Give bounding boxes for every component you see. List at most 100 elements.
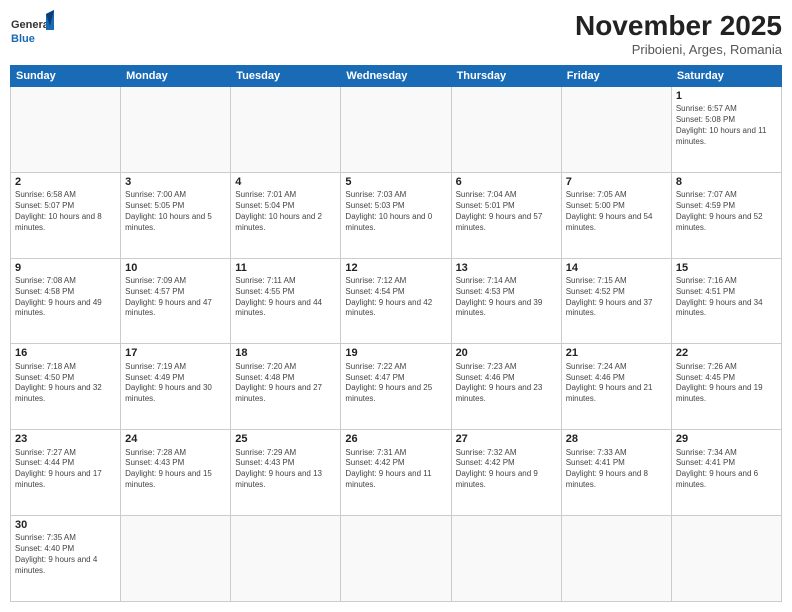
calendar-cell: 15Sunrise: 7:16 AMSunset: 4:51 PMDayligh…: [671, 258, 781, 344]
calendar-cell: 14Sunrise: 7:15 AMSunset: 4:52 PMDayligh…: [561, 258, 671, 344]
day-number: 26: [345, 432, 446, 446]
calendar-cell: [121, 516, 231, 602]
day-info: Sunrise: 6:58 AMSunset: 5:07 PMDaylight:…: [15, 190, 116, 233]
day-info: Sunrise: 7:20 AMSunset: 4:48 PMDaylight:…: [235, 362, 336, 405]
day-info: Sunrise: 7:11 AMSunset: 4:55 PMDaylight:…: [235, 276, 336, 319]
calendar-cell: 24 Sunrise: 7:28 AMSunset: 4:43 PMDayligh…: [121, 430, 231, 516]
day-number: 23: [15, 432, 116, 446]
day-info: Sunrise: 7:16 AMSunset: 4:51 PMDaylight:…: [676, 276, 777, 319]
day-info: Sunrise: 7:05 AMSunset: 5:00 PMDaylight:…: [566, 190, 667, 233]
calendar-week-row: 9Sunrise: 7:08 AMSunset: 4:58 PMDaylight…: [11, 258, 782, 344]
calendar-cell: [11, 87, 121, 173]
weekday-thursday: Thursday: [451, 66, 561, 87]
calendar-cell: [231, 87, 341, 173]
day-info: Sunrise: 7:07 AMSunset: 4:59 PMDaylight:…: [676, 190, 777, 233]
calendar-cell: 20 Sunrise: 7:23 AMSunset: 4:46 PMDayligh…: [451, 344, 561, 430]
calendar-week-row: 2Sunrise: 6:58 AMSunset: 5:07 PMDaylight…: [11, 172, 782, 258]
day-number: 18: [235, 346, 336, 360]
calendar-cell: 21Sunrise: 7:24 AMSunset: 4:46 PMDayligh…: [561, 344, 671, 430]
weekday-saturday: Saturday: [671, 66, 781, 87]
calendar-cell: 5Sunrise: 7:03 AMSunset: 5:03 PMDaylight…: [341, 172, 451, 258]
location: Priboieni, Arges, Romania: [575, 42, 782, 57]
day-info: Sunrise: 7:24 AMSunset: 4:46 PMDaylight:…: [566, 362, 667, 405]
calendar-cell: 18 Sunrise: 7:20 AMSunset: 4:48 PMDayligh…: [231, 344, 341, 430]
day-number: 24: [125, 432, 226, 446]
calendar-cell: 2Sunrise: 6:58 AMSunset: 5:07 PMDaylight…: [11, 172, 121, 258]
weekday-wednesday: Wednesday: [341, 66, 451, 87]
month-title: November 2025: [575, 10, 782, 42]
weekday-tuesday: Tuesday: [231, 66, 341, 87]
day-number: 27: [456, 432, 557, 446]
day-info: Sunrise: 7:27 AMSunset: 4:44 PMDaylight:…: [15, 448, 116, 491]
logo: General Blue: [10, 10, 54, 54]
day-info: Sunrise: 7:18 AMSunset: 4:50 PMDaylight:…: [15, 362, 116, 405]
calendar: SundayMondayTuesdayWednesdayThursdayFrid…: [10, 65, 782, 602]
day-number: 16: [15, 346, 116, 360]
title-block: November 2025 Priboieni, Arges, Romania: [575, 10, 782, 57]
calendar-cell: 7Sunrise: 7:05 AMSunset: 5:00 PMDaylight…: [561, 172, 671, 258]
day-number: 25: [235, 432, 336, 446]
day-number: 15: [676, 261, 777, 275]
day-number: 30: [15, 518, 116, 532]
day-info: Sunrise: 7:15 AMSunset: 4:52 PMDaylight:…: [566, 276, 667, 319]
calendar-cell: [451, 516, 561, 602]
header: General Blue November 2025 Priboieni, Ar…: [10, 10, 782, 57]
day-number: 11: [235, 261, 336, 275]
day-info: Sunrise: 7:28 AMSunset: 4:43 PMDaylight:…: [125, 448, 226, 491]
logo-svg: General Blue: [10, 10, 54, 54]
day-info: Sunrise: 7:33 AMSunset: 4:41 PMDaylight:…: [566, 448, 667, 491]
day-info: Sunrise: 7:23 AMSunset: 4:46 PMDaylight:…: [456, 362, 557, 405]
calendar-cell: 1Sunrise: 6:57 AMSunset: 5:08 PMDaylight…: [671, 87, 781, 173]
day-info: Sunrise: 7:12 AMSunset: 4:54 PMDaylight:…: [345, 276, 446, 319]
calendar-cell: [451, 87, 561, 173]
weekday-header-row: SundayMondayTuesdayWednesdayThursdayFrid…: [11, 66, 782, 87]
calendar-week-row: 1Sunrise: 6:57 AMSunset: 5:08 PMDaylight…: [11, 87, 782, 173]
day-number: 2: [15, 175, 116, 189]
day-number: 20: [456, 346, 557, 360]
day-info: Sunrise: 7:00 AMSunset: 5:05 PMDaylight:…: [125, 190, 226, 233]
calendar-cell: 27Sunrise: 7:32 AMSunset: 4:42 PMDayligh…: [451, 430, 561, 516]
weekday-friday: Friday: [561, 66, 671, 87]
calendar-cell: [121, 87, 231, 173]
svg-text:Blue: Blue: [11, 33, 35, 45]
calendar-week-row: 23 Sunrise: 7:27 AMSunset: 4:44 PMDayligh…: [11, 430, 782, 516]
calendar-week-row: 16 Sunrise: 7:18 AMSunset: 4:50 PMDayligh…: [11, 344, 782, 430]
day-number: 9: [15, 261, 116, 275]
calendar-cell: [231, 516, 341, 602]
day-number: 29: [676, 432, 777, 446]
day-info: Sunrise: 7:01 AMSunset: 5:04 PMDaylight:…: [235, 190, 336, 233]
day-number: 19: [345, 346, 446, 360]
day-number: 22: [676, 346, 777, 360]
calendar-cell: 16 Sunrise: 7:18 AMSunset: 4:50 PMDayligh…: [11, 344, 121, 430]
calendar-cell: 3Sunrise: 7:00 AMSunset: 5:05 PMDaylight…: [121, 172, 231, 258]
calendar-cell: 19Sunrise: 7:22 AMSunset: 4:47 PMDayligh…: [341, 344, 451, 430]
calendar-cell: [341, 87, 451, 173]
calendar-cell: [341, 516, 451, 602]
calendar-cell: 23 Sunrise: 7:27 AMSunset: 4:44 PMDayligh…: [11, 430, 121, 516]
day-info: Sunrise: 7:31 AMSunset: 4:42 PMDaylight:…: [345, 448, 446, 491]
day-number: 13: [456, 261, 557, 275]
day-info: Sunrise: 7:34 AMSunset: 4:41 PMDaylight:…: [676, 448, 777, 491]
day-info: Sunrise: 7:29 AMSunset: 4:43 PMDaylight:…: [235, 448, 336, 491]
day-number: 4: [235, 175, 336, 189]
calendar-cell: 29 Sunrise: 7:34 AMSunset: 4:41 PMDayligh…: [671, 430, 781, 516]
calendar-cell: 10Sunrise: 7:09 AMSunset: 4:57 PMDayligh…: [121, 258, 231, 344]
day-info: Sunrise: 7:14 AMSunset: 4:53 PMDaylight:…: [456, 276, 557, 319]
day-number: 3: [125, 175, 226, 189]
weekday-sunday: Sunday: [11, 66, 121, 87]
calendar-cell: 30Sunrise: 7:35 AMSunset: 4:40 PMDayligh…: [11, 516, 121, 602]
day-number: 8: [676, 175, 777, 189]
calendar-cell: 17Sunrise: 7:19 AMSunset: 4:49 PMDayligh…: [121, 344, 231, 430]
day-info: Sunrise: 7:19 AMSunset: 4:49 PMDaylight:…: [125, 362, 226, 405]
calendar-cell: 11Sunrise: 7:11 AMSunset: 4:55 PMDayligh…: [231, 258, 341, 344]
day-info: Sunrise: 7:09 AMSunset: 4:57 PMDaylight:…: [125, 276, 226, 319]
calendar-cell: [671, 516, 781, 602]
calendar-cell: 22Sunrise: 7:26 AMSunset: 4:45 PMDayligh…: [671, 344, 781, 430]
day-number: 10: [125, 261, 226, 275]
day-info: Sunrise: 6:57 AMSunset: 5:08 PMDaylight:…: [676, 104, 777, 147]
calendar-cell: 9Sunrise: 7:08 AMSunset: 4:58 PMDaylight…: [11, 258, 121, 344]
calendar-cell: 12Sunrise: 7:12 AMSunset: 4:54 PMDayligh…: [341, 258, 451, 344]
weekday-monday: Monday: [121, 66, 231, 87]
day-info: Sunrise: 7:04 AMSunset: 5:01 PMDaylight:…: [456, 190, 557, 233]
calendar-cell: 13Sunrise: 7:14 AMSunset: 4:53 PMDayligh…: [451, 258, 561, 344]
